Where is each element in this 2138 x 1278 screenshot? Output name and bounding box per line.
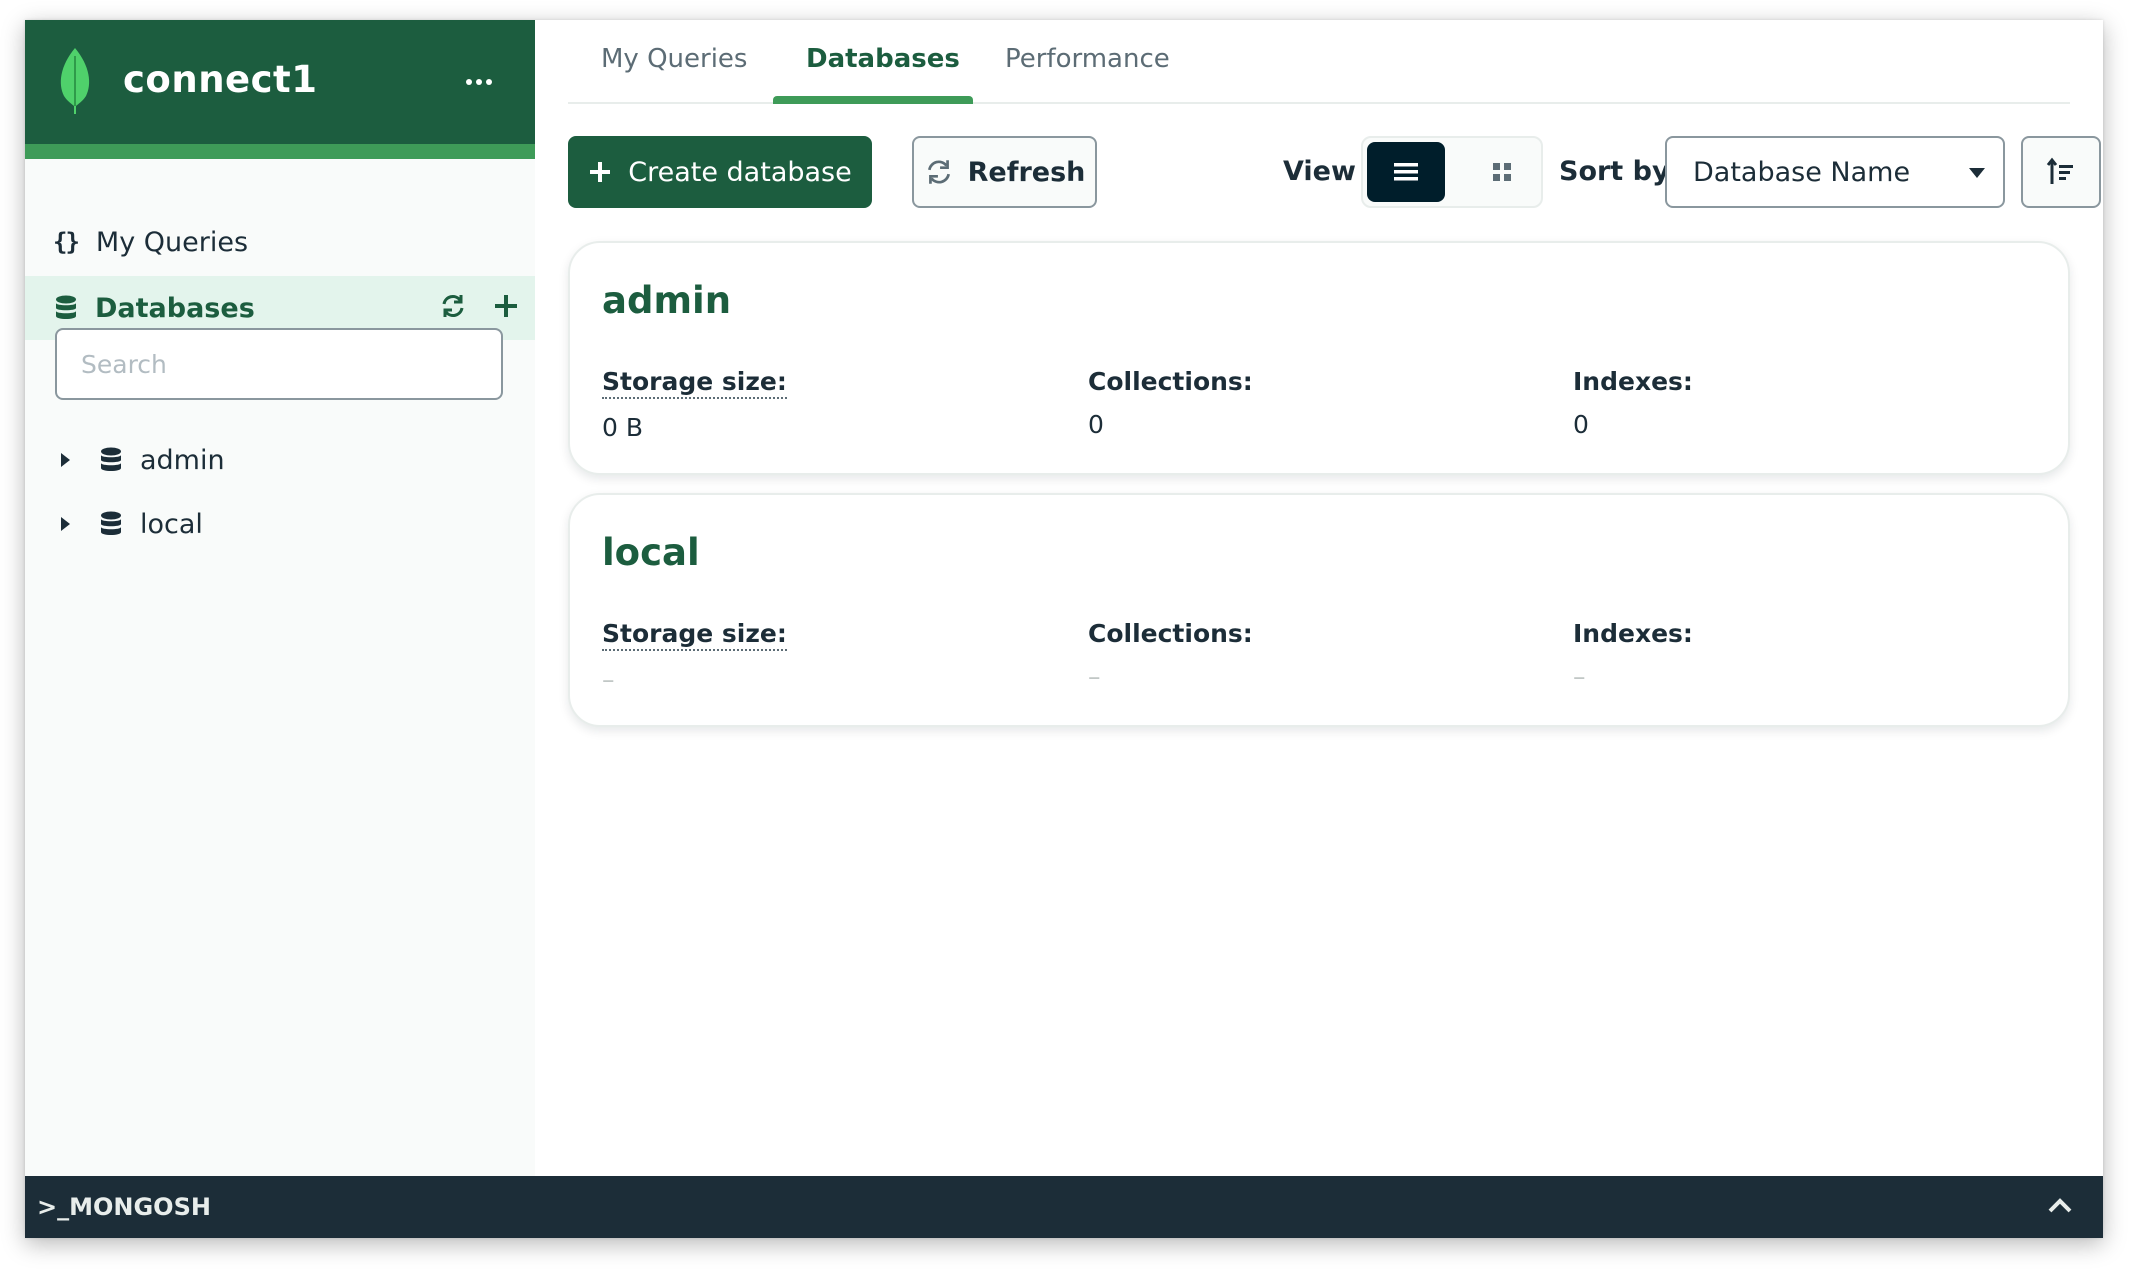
create-database-label: Create database <box>628 156 852 188</box>
plus-icon[interactable] <box>493 293 519 319</box>
metric-value: 0 <box>1088 410 1104 439</box>
metric-label: Collections: <box>1088 367 1253 396</box>
sidebar-tree-item-admin[interactable]: admin <box>25 434 535 486</box>
list-view-button[interactable] <box>1367 142 1445 202</box>
databases-toolbar: Create database Refresh View Sort by Dat… <box>535 136 2103 210</box>
view-label: View <box>1283 156 1356 187</box>
caret-right-icon[interactable] <box>61 517 70 531</box>
metric-value: 0 <box>1573 410 1589 439</box>
metric-label: Indexes: <box>1573 619 1693 648</box>
database-icon <box>101 511 121 535</box>
sidebar: connect1 {} My Queries Databases Search … <box>25 20 535 1176</box>
grid-icon <box>1493 163 1511 181</box>
refresh-button[interactable]: Refresh <box>912 136 1097 208</box>
storage-size-metric: Storage size: – <box>602 619 787 694</box>
sort-by-select[interactable]: Database Name <box>1665 136 2005 208</box>
database-icon <box>56 295 76 319</box>
sidebar-search-input[interactable] <box>55 328 503 400</box>
collections-metric: Collections: 0 <box>1088 367 1253 439</box>
sidebar-item-label: Databases <box>95 292 255 324</box>
databases-actions <box>439 292 519 320</box>
mongodb-leaf-icon <box>60 48 90 114</box>
main-panel: My Queries Databases Performance Create … <box>535 20 2103 1176</box>
storage-size-metric: Storage size: 0 B <box>602 367 787 442</box>
indexes-metric: Indexes: – <box>1573 619 1693 691</box>
sidebar-tree-item-local[interactable]: local <box>25 498 535 550</box>
database-card-local[interactable]: local Storage size: – Collections: – Ind… <box>568 493 2070 727</box>
refresh-icon[interactable] <box>439 292 467 320</box>
metric-value: – <box>1573 662 1586 691</box>
plus-icon <box>590 162 611 182</box>
create-database-button[interactable]: Create database <box>568 136 872 208</box>
metric-label: Storage size: <box>602 619 787 651</box>
sort-by-value: Database Name <box>1693 156 1911 188</box>
refresh-icon <box>927 160 950 184</box>
view-toggle <box>1361 136 1543 208</box>
tab-my-queries[interactable]: My Queries <box>601 44 747 74</box>
connection-header: connect1 <box>25 20 535 159</box>
mongosh-label: >_MONGOSH <box>37 1193 211 1221</box>
database-card-title: admin <box>602 279 732 322</box>
collections-metric: Collections: – <box>1088 619 1253 691</box>
database-card-title: local <box>602 531 700 574</box>
braces-icon: {} <box>53 228 80 256</box>
grid-view-button[interactable] <box>1463 142 1541 202</box>
indexes-metric: Indexes: 0 <box>1573 367 1693 439</box>
metric-value: 0 B <box>602 413 644 442</box>
workspace-tabs: My Queries Databases Performance <box>568 20 2070 104</box>
metric-label: Indexes: <box>1573 367 1693 396</box>
tab-databases[interactable]: Databases <box>806 44 960 74</box>
sidebar-item-label: My Queries <box>95 226 249 258</box>
connection-color-stripe <box>25 144 535 159</box>
metric-label: Storage size: <box>602 367 787 399</box>
metric-label: Collections: <box>1088 619 1253 648</box>
mongosh-shell-bar[interactable]: >_MONGOSH <box>25 1176 2103 1238</box>
database-card-admin[interactable]: admin Storage size: 0 B Collections: 0 I… <box>568 241 2070 475</box>
caret-right-icon[interactable] <box>61 453 70 467</box>
sort-ascending-icon <box>2046 157 2073 184</box>
list-icon <box>1394 163 1418 181</box>
tree-item-label: local <box>140 508 203 540</box>
tree-item-label: admin <box>140 444 225 476</box>
connection-name: connect1 <box>123 58 318 101</box>
sidebar-item-my-queries[interactable]: {} My Queries <box>25 216 535 268</box>
sort-direction-button[interactable] <box>2021 136 2101 208</box>
refresh-label: Refresh <box>967 156 1086 188</box>
caret-down-icon <box>1969 168 1985 178</box>
database-icon <box>101 447 121 471</box>
sort-by-label: Sort by <box>1559 156 1670 187</box>
metric-value: – <box>1088 662 1101 691</box>
app-window: connect1 {} My Queries Databases Search … <box>25 20 2103 1238</box>
ellipsis-icon[interactable] <box>461 70 497 94</box>
tab-performance[interactable]: Performance <box>1005 44 1170 74</box>
metric-value: – <box>602 665 615 694</box>
chevron-up-icon[interactable] <box>2047 1196 2073 1214</box>
active-tab-indicator <box>773 96 973 104</box>
